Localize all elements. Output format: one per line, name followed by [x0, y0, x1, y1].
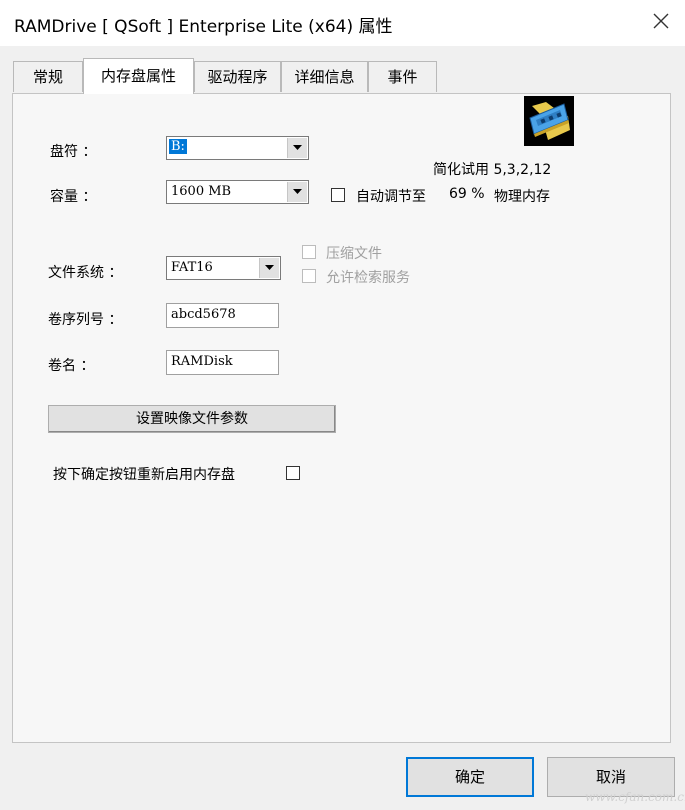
serial-value: abcd5678	[171, 307, 236, 322]
serial-label: 卷序列号 ：	[48, 312, 123, 328]
title-bar: RAMDrive [ QSoft ] Enterprise Lite (x64)…	[0, 0, 685, 46]
tab-details[interactable]: 详细信息	[281, 61, 368, 92]
tab-label: 内存盘属性	[100, 67, 176, 85]
tab-label: 详细信息	[294, 68, 355, 86]
capacity-label: 容量 ：	[50, 189, 97, 205]
image-file-settings-button[interactable]: 设置映像文件参数	[48, 405, 336, 433]
ok-button[interactable]: 确定	[406, 757, 534, 797]
volume-name-label: 卷名 ：	[48, 358, 95, 374]
capacity-value: 1600 MB	[171, 184, 232, 199]
auto-adjust-percent: 69 %	[449, 186, 485, 202]
dropdown-arrow-icon[interactable]	[259, 258, 279, 278]
auto-adjust-label: 自动调节至	[356, 189, 426, 205]
watermark: www.cfan.com.cn	[585, 790, 685, 804]
ok-label: 确定	[454, 768, 485, 786]
compress-label: 压缩文件	[326, 246, 382, 262]
drive-letter-select[interactable]: B:	[166, 136, 309, 160]
tab-label: 事件	[387, 68, 418, 86]
restart-checkbox[interactable]	[286, 466, 300, 480]
restart-label: 按下确定按钮重新启用内存盘	[53, 467, 235, 483]
indexing-checkbox[interactable]	[302, 269, 316, 283]
tab-label: 常规	[32, 68, 63, 86]
capacity-select[interactable]: 1600 MB	[166, 180, 309, 204]
dropdown-arrow-icon[interactable]	[287, 138, 307, 158]
indexing-label: 允许检索服务	[326, 270, 410, 286]
tab-driver[interactable]: 驱动程序	[194, 61, 281, 92]
auto-adjust-suffix: 物理内存	[494, 189, 550, 205]
filesystem-label: 文件系统 ：	[48, 265, 123, 281]
tab-label: 驱动程序	[207, 68, 268, 86]
compress-checkbox[interactable]	[302, 245, 316, 259]
ram-chip-icon	[524, 96, 574, 146]
close-icon[interactable]	[648, 8, 674, 34]
drive-letter-value: B:	[169, 139, 187, 154]
trial-version-label: 简化试用 5,3,2,12	[433, 162, 552, 178]
tab-events[interactable]: 事件	[368, 61, 437, 92]
cancel-label: 取消	[595, 768, 626, 786]
filesystem-select[interactable]: FAT16	[166, 256, 281, 280]
filesystem-value: FAT16	[171, 260, 213, 275]
tab-general[interactable]: 常规	[13, 61, 83, 92]
auto-adjust-checkbox[interactable]	[331, 188, 345, 202]
volume-name-value: RAMDisk	[171, 354, 233, 369]
image-file-settings-label: 设置映像文件参数	[136, 411, 248, 427]
dropdown-arrow-icon[interactable]	[287, 182, 307, 202]
drive-letter-label: 盘符 ：	[50, 144, 97, 160]
tab-ramdisk-properties[interactable]: 内存盘属性	[83, 58, 194, 94]
serial-input[interactable]: abcd5678	[166, 303, 279, 328]
volume-name-input[interactable]: RAMDisk	[166, 350, 279, 375]
window-title: RAMDrive [ QSoft ] Enterprise Lite (x64)…	[14, 17, 393, 37]
